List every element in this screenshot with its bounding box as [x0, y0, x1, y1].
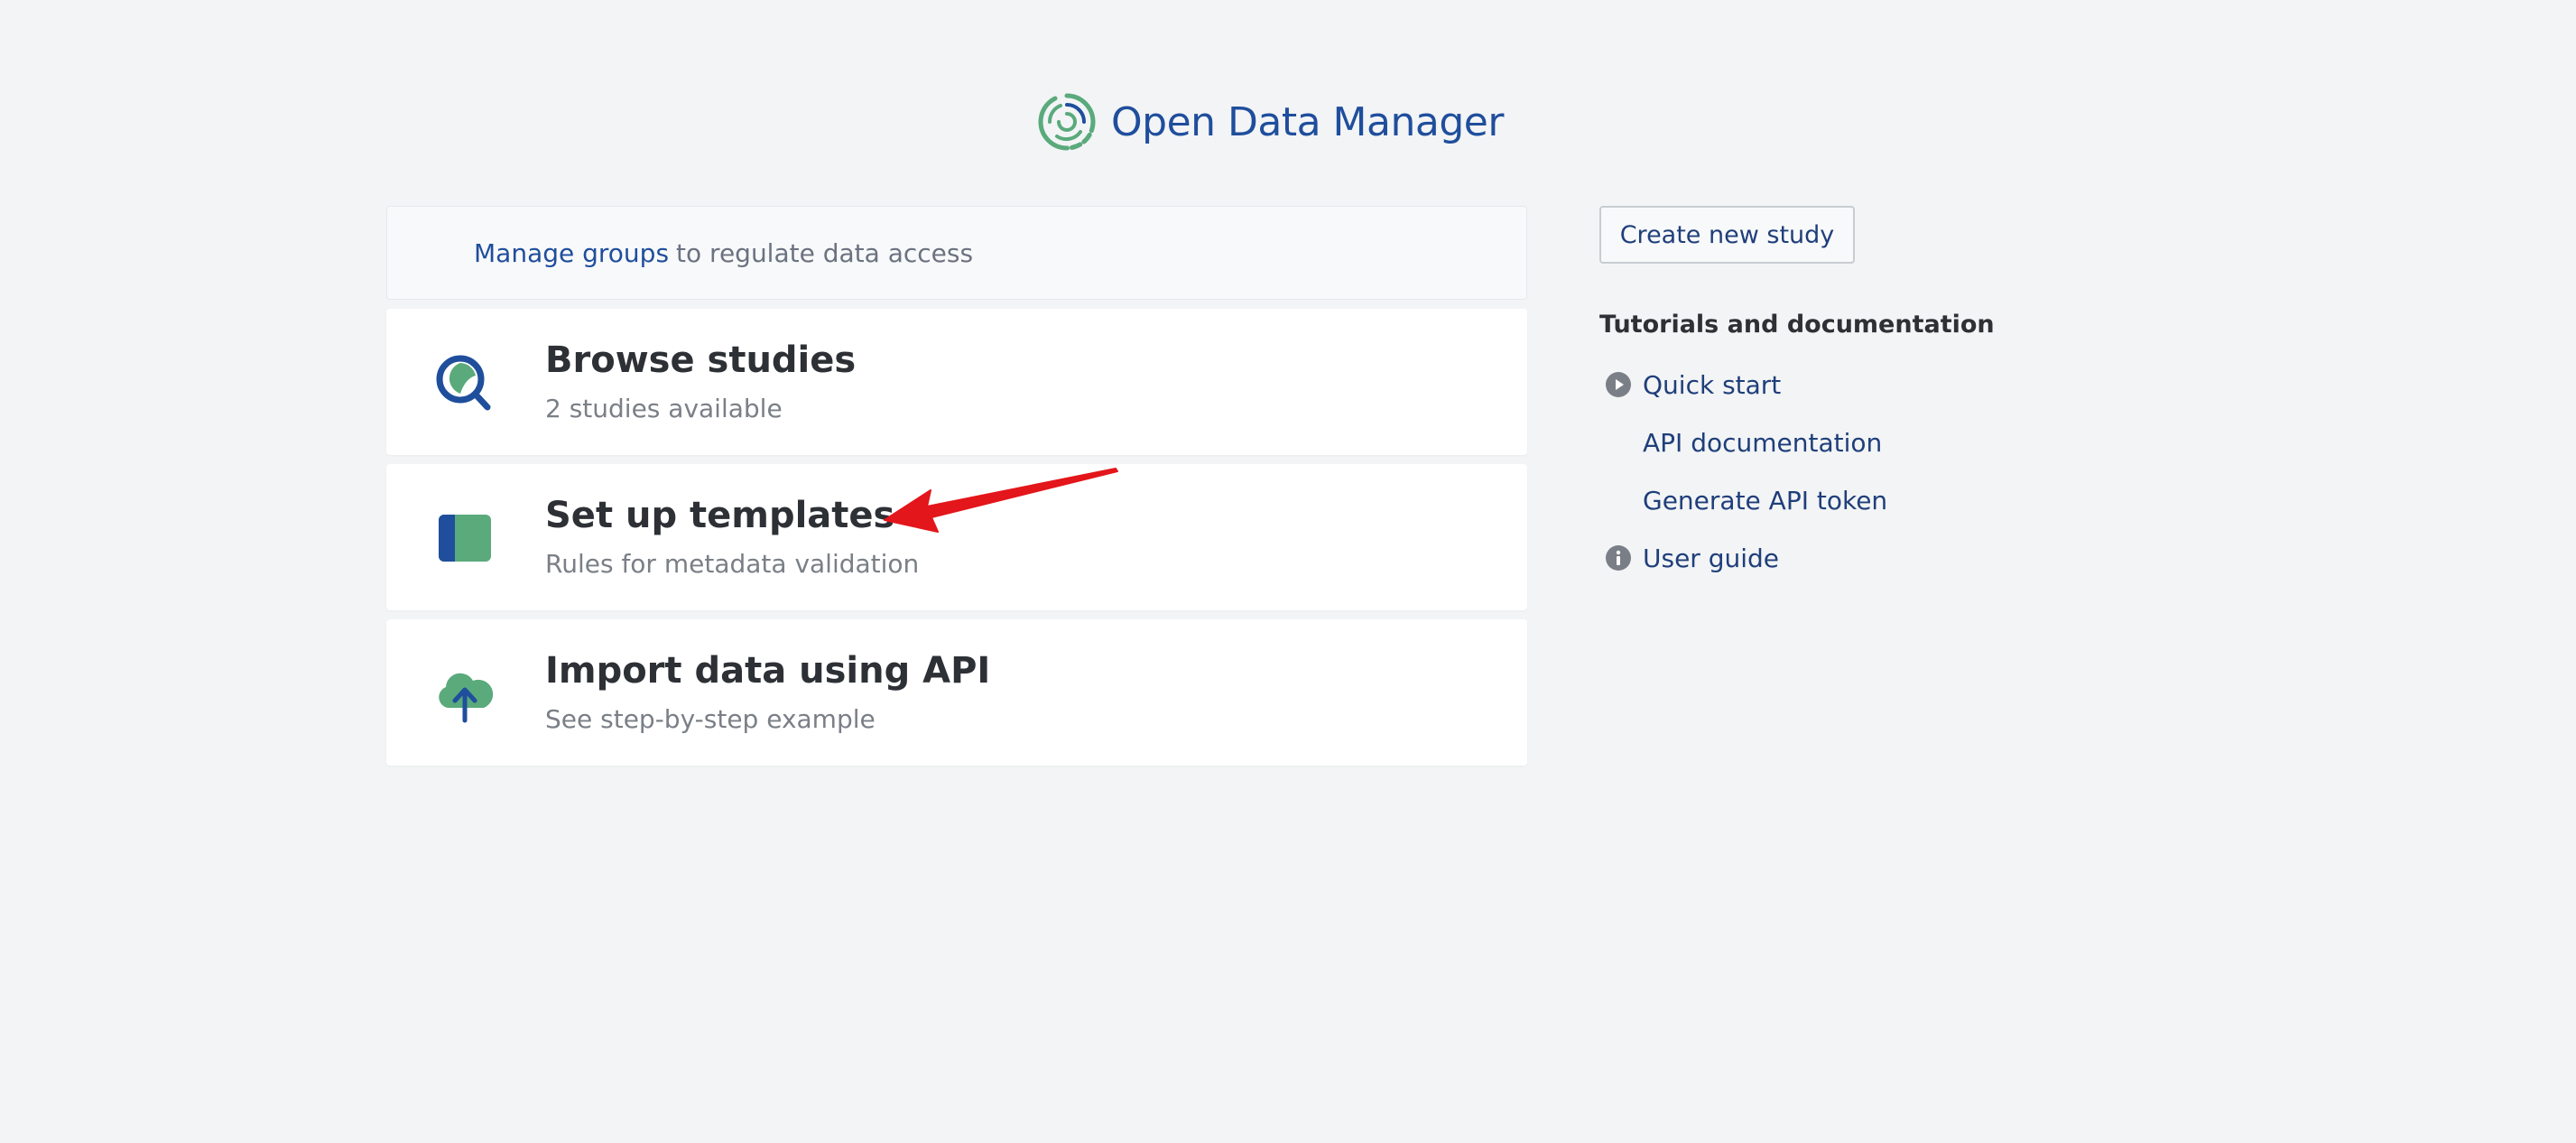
card-title: Browse studies — [545, 339, 857, 381]
create-new-study-button[interactable]: Create new study — [1599, 206, 1855, 264]
play-circle-icon — [1606, 372, 1631, 397]
link-label[interactable]: Generate API token — [1643, 486, 1887, 516]
card-title: Set up templates — [545, 495, 895, 536]
info-circle-icon — [1606, 545, 1631, 571]
tutorials-heading: Tutorials and documentation — [1599, 311, 1995, 339]
template-panel-icon — [439, 515, 491, 562]
cloud-upload-icon — [439, 673, 494, 723]
open-data-manager-logo-icon — [1038, 93, 1096, 151]
set-up-templates-card[interactable]: Set up templates Rules for metadata vali… — [386, 464, 1527, 610]
browse-studies-card[interactable]: Browse studies 2 studies available — [386, 309, 1527, 455]
banner-text: to regulate data access — [676, 237, 974, 268]
card-subtitle: Rules for metadata validation — [545, 549, 920, 579]
card-subtitle: See step-by-step example — [545, 704, 876, 734]
manage-groups-link[interactable]: Manage groups — [474, 238, 669, 268]
magnifier-icon — [436, 355, 491, 411]
api-documentation-link[interactable]: API documentation — [1599, 424, 1882, 460]
user-guide-link[interactable]: User guide — [1599, 540, 1779, 576]
app-name: Open Data Manager — [1111, 98, 1504, 145]
link-label[interactable]: User guide — [1643, 544, 1779, 573]
generate-api-token-link[interactable]: Generate API token — [1599, 482, 1887, 518]
quick-start-link[interactable]: Quick start — [1599, 367, 1781, 403]
link-label[interactable]: Quick start — [1643, 370, 1781, 400]
link-label[interactable]: API documentation — [1643, 428, 1882, 458]
app-logo: Open Data Manager — [1035, 90, 1504, 153]
card-title: Import data using API — [545, 650, 991, 692]
card-subtitle: 2 studies available — [545, 394, 783, 423]
manage-groups-banner: Manage groups to regulate data access — [386, 206, 1527, 300]
import-data-card[interactable]: Import data using API See step-by-step e… — [386, 619, 1527, 766]
